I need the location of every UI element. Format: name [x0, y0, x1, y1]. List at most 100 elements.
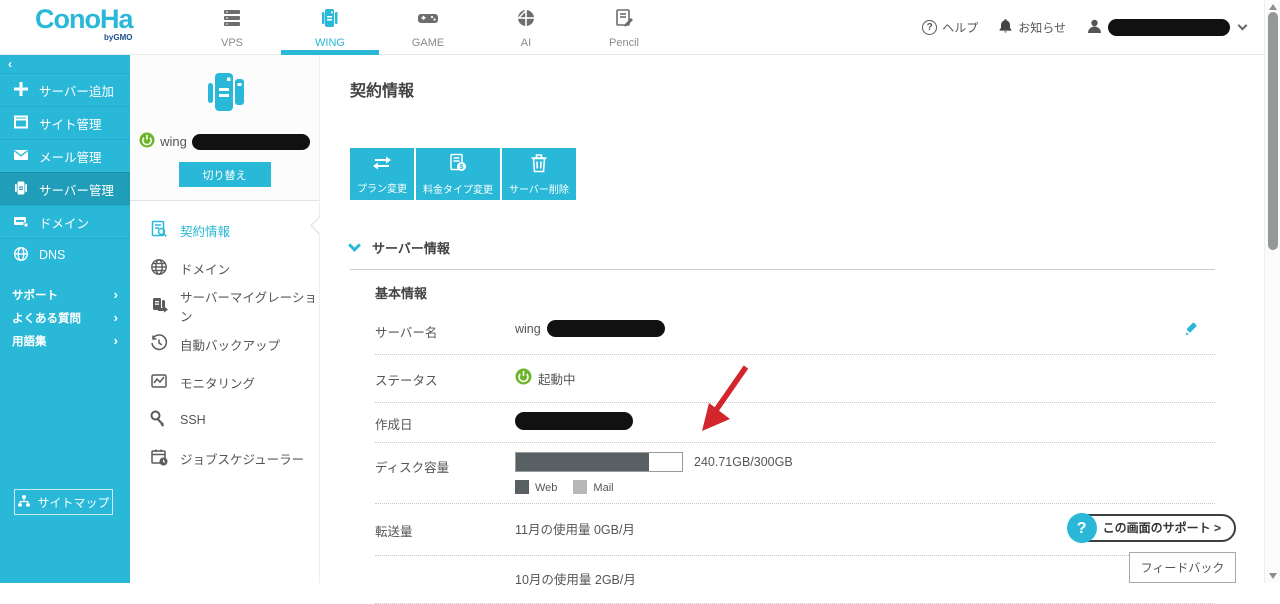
account-menu[interactable] [1086, 18, 1246, 38]
redacted-server-name [192, 134, 310, 150]
row-label: ディスク容量 [375, 452, 515, 476]
legend-mail: Mail [573, 480, 613, 494]
panel-item-auto-backup[interactable]: 自動バックアップ [130, 325, 319, 363]
action-tiles: プラン変更 $ 料金タイプ変更 サーバー削除 [350, 148, 576, 200]
sidebar-item-server-management[interactable]: サーバー管理 [0, 172, 130, 205]
billing-type-change-button[interactable]: $ 料金タイプ変更 [416, 148, 500, 200]
sidebar-item-site-management[interactable]: サイト管理 [0, 106, 130, 139]
sidebar-item-faq[interactable]: よくある質問 › [0, 306, 130, 329]
trash-icon [530, 153, 548, 176]
transfer-oct-value: 10月の使用量 2GB/月 [515, 569, 636, 588]
vps-server-rack-icon [221, 7, 243, 34]
section-collapse-chevron-icon[interactable] [348, 239, 361, 252]
sidebar-item-domain[interactable]: ドメイン [0, 205, 130, 238]
tab-label: GAME [412, 37, 444, 49]
section-title: サーバー情報 [372, 238, 450, 257]
sidebar-item-label: メール管理 [39, 147, 102, 166]
help-label: ヘルプ [942, 19, 978, 36]
sub-item-label: よくある質問 [12, 310, 81, 326]
redacted-account-name [1108, 19, 1230, 36]
feedback-button[interactable]: フィードバック [1129, 552, 1236, 583]
main-sidebar: ‹ サーバー追加 サイト管理 メール管理 サーバー管理 ドメイン DNS [0, 55, 130, 583]
swap-arrows-icon [371, 154, 393, 175]
row-label: 転送量 [375, 519, 515, 540]
chevron-right-icon: › [114, 310, 118, 325]
help-button[interactable]: ? ヘルプ [922, 19, 978, 36]
sidebar-item-glossary[interactable]: 用語集 › [0, 329, 130, 352]
disk-usage-bar [515, 452, 683, 472]
domain-card-icon [13, 213, 29, 232]
panel-item-monitoring[interactable]: モニタリング [130, 363, 319, 401]
scrollbar-down-arrow[interactable] [1269, 573, 1277, 579]
tile-label: プラン変更 [357, 180, 407, 195]
tab-ai[interactable]: AI [477, 0, 575, 55]
edit-pencil-icon[interactable] [1184, 321, 1200, 340]
sidebar-item-mail-management[interactable]: メール管理 [0, 139, 130, 172]
tab-pencil[interactable]: Pencil [575, 0, 673, 55]
server-name-prefix: wing [160, 134, 187, 149]
redacted-server-name [547, 320, 665, 337]
bell-icon [998, 18, 1013, 37]
history-clock-icon [150, 334, 168, 355]
sitemap-label: サイトマップ [37, 494, 109, 511]
notifications-button[interactable]: お知らせ [998, 18, 1066, 37]
panel-item-domain[interactable]: ドメイン [130, 249, 319, 287]
panel-item-label: 自動バックアップ [180, 335, 280, 354]
tab-game[interactable]: GAME [379, 0, 477, 55]
tab-label: AI [521, 37, 531, 49]
panel-item-label: ジョブスケジューラー [180, 449, 304, 468]
basic-info-heading: 基本情報 [375, 283, 427, 302]
billing-document-icon: $ [448, 153, 468, 176]
sub-item-label: サポート [12, 287, 58, 303]
screen-support-button[interactable]: ? この画面のサポート > [1068, 514, 1236, 542]
browser-window-icon [13, 114, 29, 133]
panel-item-job-scheduler[interactable]: ジョブスケジューラー [130, 439, 319, 477]
server-delete-button[interactable]: サーバー削除 [502, 148, 576, 200]
panel-item-ssh[interactable]: SSH [130, 401, 319, 439]
sidebar-item-add-server[interactable]: サーバー追加 [0, 73, 130, 106]
scrollbar-up-arrow[interactable] [1269, 4, 1277, 10]
plan-change-button[interactable]: プラン変更 [350, 148, 414, 200]
info-rows: サーバー名 wing ステータス 起動中 作成日 [375, 307, 1215, 604]
server-icon [13, 180, 29, 199]
row-label: 作成日 [375, 412, 515, 433]
conoha-logo[interactable]: ConoHa byGMO [35, 6, 133, 42]
row-label: ステータス [375, 368, 515, 389]
panel-item-contract-info[interactable]: 契約情報 [130, 211, 319, 249]
sidebar-item-label: サイト管理 [39, 114, 102, 133]
switch-server-button[interactable]: 切り替え [179, 162, 271, 187]
scrollbar-thumb[interactable] [1268, 12, 1278, 250]
server-migration-icon [150, 296, 168, 317]
ai-chip-icon [515, 7, 537, 34]
mail-swatch [573, 480, 587, 494]
svg-text:$: $ [460, 164, 464, 171]
tab-wing[interactable]: WING [281, 0, 379, 55]
chevron-down-icon [1238, 21, 1248, 31]
app-header: ConoHa byGMO VPS WING GAME AI [0, 0, 1264, 55]
brand-sub: byGMO [35, 34, 133, 42]
monitoring-graph-icon [150, 372, 168, 393]
tab-label: Pencil [609, 37, 639, 49]
server-name-value: wing [515, 322, 541, 336]
main-content: 契約情報 プラン変更 $ 料金タイプ変更 サーバー削除 サーバー情報 基本情報 … [320, 55, 1264, 583]
server-name-row: wing [130, 132, 319, 151]
sitemap-button[interactable]: サイトマップ [14, 489, 113, 515]
question-circle-icon: ? [1067, 513, 1097, 543]
sidebar-item-dns[interactable]: DNS [0, 238, 130, 271]
panel-item-server-migration[interactable]: サーバーマイグレーション [130, 287, 319, 325]
server-info-section-header: サーバー情報 [350, 238, 1215, 270]
page-scrollbar[interactable] [1264, 0, 1280, 583]
wing-server-icon [319, 7, 341, 34]
row-label: サーバー名 [375, 320, 515, 341]
key-icon [150, 410, 168, 431]
header-utilities: ? ヘルプ お知らせ [922, 0, 1246, 55]
panel-item-label: サーバーマイグレーション [180, 287, 319, 325]
globe-icon [13, 246, 29, 265]
sidebar-item-label: サーバー管理 [39, 180, 114, 199]
sidebar-item-support[interactable]: サポート › [0, 283, 130, 306]
envelope-icon [13, 147, 29, 166]
tab-vps[interactable]: VPS [183, 0, 281, 55]
sidebar-item-label: DNS [39, 248, 65, 262]
sidebar-collapse-icon[interactable]: ‹ [0, 55, 130, 73]
created-date-row: 作成日 [375, 403, 1215, 443]
